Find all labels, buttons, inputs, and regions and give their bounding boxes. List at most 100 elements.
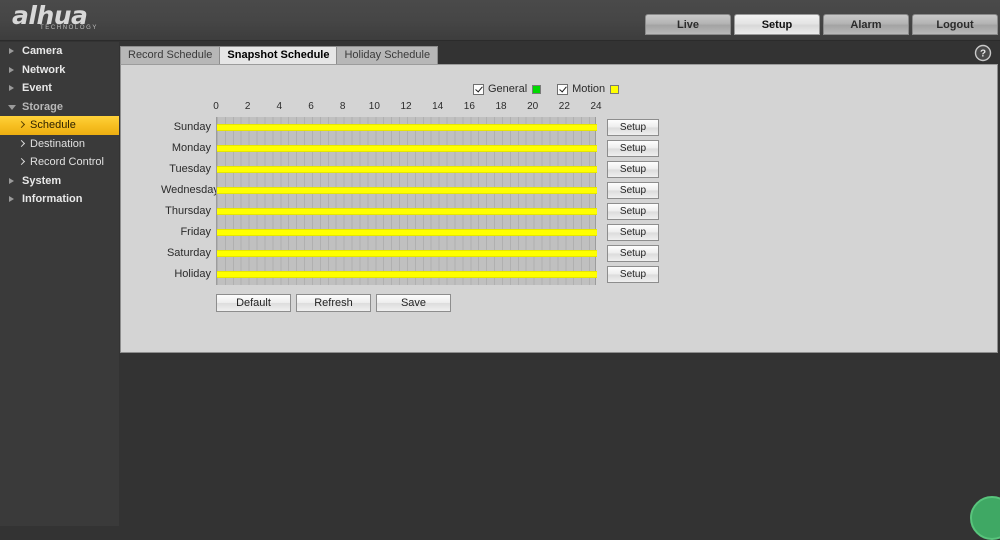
schedule-bar-motion[interactable] — [217, 166, 597, 173]
hour-tick-14: 14 — [432, 101, 444, 112]
setup-button-thursday[interactable]: Setup — [607, 203, 659, 220]
hour-tick-10: 10 — [368, 101, 380, 112]
sidebar-item-label: System — [22, 174, 62, 187]
hour-tick-24: 24 — [590, 101, 602, 112]
checkbox-motion[interactable] — [557, 83, 569, 95]
hour-tick-22: 22 — [558, 101, 570, 112]
schedule-row: Friday Setup — [161, 222, 701, 243]
schedule-rows: Sunday Setup Monday Setup Tuesday Setup Wednes… — [161, 117, 701, 285]
schedule-bar-motion[interactable] — [217, 208, 597, 215]
schedule-bar-motion[interactable] — [217, 229, 597, 236]
nav-button-setup[interactable]: Setup — [734, 14, 820, 35]
default-button[interactable]: Default — [216, 294, 291, 312]
schedule-bar-motion[interactable] — [217, 271, 597, 278]
legend-label-general: General — [488, 83, 528, 95]
hour-tick-16: 16 — [463, 101, 475, 112]
sidebar-item-storage[interactable]: Storage — [0, 98, 119, 117]
day-label-wednesday: Wednesday — [161, 184, 219, 196]
sidebar-item-label: Schedule — [30, 119, 76, 131]
day-label-thursday: Thursday — [165, 205, 211, 217]
logo-subtitle: TECHNOLOGY — [40, 25, 99, 31]
schedule-bar-motion[interactable] — [217, 145, 597, 152]
sidebar-item-label: Storage — [22, 100, 63, 113]
sidebar-item-information[interactable]: Information — [0, 190, 119, 209]
tab-holiday-schedule[interactable]: Holiday Schedule — [336, 46, 439, 64]
color-swatch-motion — [610, 84, 620, 94]
hour-axis: 0 2 4 6 8 10 12 14 16 18 20 22 24 — [213, 101, 601, 115]
tab-snapshot-schedule[interactable]: Snapshot Schedule — [219, 46, 338, 64]
chevron-right-icon — [9, 66, 14, 73]
timeline-track-holiday[interactable] — [216, 264, 597, 285]
schedule-bar-motion[interactable] — [217, 250, 597, 257]
timeline-track-monday[interactable] — [216, 138, 597, 159]
hour-tick-18: 18 — [495, 101, 507, 112]
svg-text:?: ? — [980, 49, 986, 60]
schedule-grid: 0 2 4 6 8 10 12 14 16 18 20 22 24 Sunday Setup Monday S… — [161, 101, 701, 285]
schedule-row: Holiday Setup — [161, 264, 701, 285]
timeline-track-friday[interactable] — [216, 222, 597, 243]
tab-bar: Record Schedule Snapshot Schedule Holida… — [120, 46, 998, 64]
timeline-track-saturday[interactable] — [216, 243, 597, 264]
corner-badge-icon — [970, 496, 1000, 540]
checkbox-general[interactable] — [473, 83, 484, 95]
chevron-right-icon — [9, 177, 14, 184]
timeline-track-thursday[interactable] — [216, 201, 597, 222]
chevron-down-icon — [8, 105, 16, 110]
hour-tick-8: 8 — [339, 101, 346, 112]
sidebar-item-label: Network — [22, 63, 66, 76]
nav-button-logout[interactable]: Logout — [912, 14, 998, 35]
sidebar-item-event[interactable]: Event — [0, 79, 119, 98]
legend: General Motion — [473, 83, 635, 95]
setup-button-monday[interactable]: Setup — [607, 140, 659, 157]
day-label-sunday: Sunday — [173, 121, 211, 133]
hour-tick-0: 0 — [213, 101, 219, 112]
legend-label-motion: Motion — [572, 83, 606, 95]
chevron-right-icon — [9, 85, 14, 91]
refresh-button[interactable]: Refresh — [296, 294, 371, 312]
sidebar-item-camera[interactable]: Camera — [0, 42, 119, 61]
sidebar-item-label: Information — [22, 193, 83, 205]
sidebar-item-label: Event — [22, 82, 52, 94]
nav-button-live[interactable]: Live — [645, 14, 731, 35]
timeline-track-sunday[interactable] — [216, 117, 597, 138]
schedule-bar-motion[interactable] — [217, 187, 597, 194]
sidebar-item-label: Destination — [30, 137, 86, 150]
setup-button-friday[interactable]: Setup — [607, 224, 659, 241]
tab-record-schedule[interactable]: Record Schedule — [120, 46, 221, 64]
schedule-row: Tuesday Setup — [161, 159, 701, 180]
hour-tick-2: 2 — [244, 101, 251, 112]
sidebar-item-destination[interactable]: Destination — [0, 135, 119, 154]
schedule-bar-motion[interactable] — [217, 124, 597, 131]
top-nav: Live Setup Alarm Logout — [642, 14, 998, 35]
sidebar-item-system[interactable]: System — [0, 172, 119, 191]
color-swatch-general — [532, 84, 542, 94]
day-label-tuesday: Tuesday — [169, 163, 211, 175]
hour-tick-4: 4 — [276, 101, 283, 112]
chevron-right-icon — [19, 158, 24, 166]
hour-tick-20: 20 — [527, 101, 539, 112]
hour-tick-6: 6 — [308, 101, 314, 112]
app-header: alhua TECHNOLOGY Live Setup Alarm Logout — [0, 0, 1000, 41]
schedule-row: Saturday Setup — [161, 243, 701, 264]
sidebar-item-label: Camera — [22, 45, 63, 57]
setup-button-sunday[interactable]: Setup — [607, 119, 659, 136]
save-button[interactable]: Save — [376, 294, 451, 312]
setup-button-wednesday[interactable]: Setup — [607, 182, 659, 199]
legend-item-motion: Motion — [557, 83, 620, 95]
setup-button-holiday[interactable]: Setup — [607, 266, 659, 283]
chevron-right-icon — [19, 121, 24, 129]
sidebar-item-schedule[interactable]: Schedule — [0, 116, 119, 135]
help-icon[interactable]: ? — [974, 44, 992, 62]
timeline-track-tuesday[interactable] — [216, 159, 597, 180]
nav-button-alarm[interactable]: Alarm — [823, 14, 909, 35]
sidebar-item-network[interactable]: Network — [0, 61, 119, 80]
sidebar-item-record-control[interactable]: Record Control — [0, 153, 119, 172]
setup-button-saturday[interactable]: Setup — [607, 245, 659, 262]
sidebar-item-label: Record Control — [30, 156, 104, 168]
setup-button-tuesday[interactable]: Setup — [607, 161, 659, 178]
day-label-holiday: Holiday — [174, 268, 211, 280]
day-label-saturday: Saturday — [166, 247, 211, 259]
legend-item-general: General — [473, 83, 542, 95]
action-buttons: Default Refresh Save — [216, 294, 456, 312]
timeline-track-wednesday[interactable] — [216, 180, 597, 201]
